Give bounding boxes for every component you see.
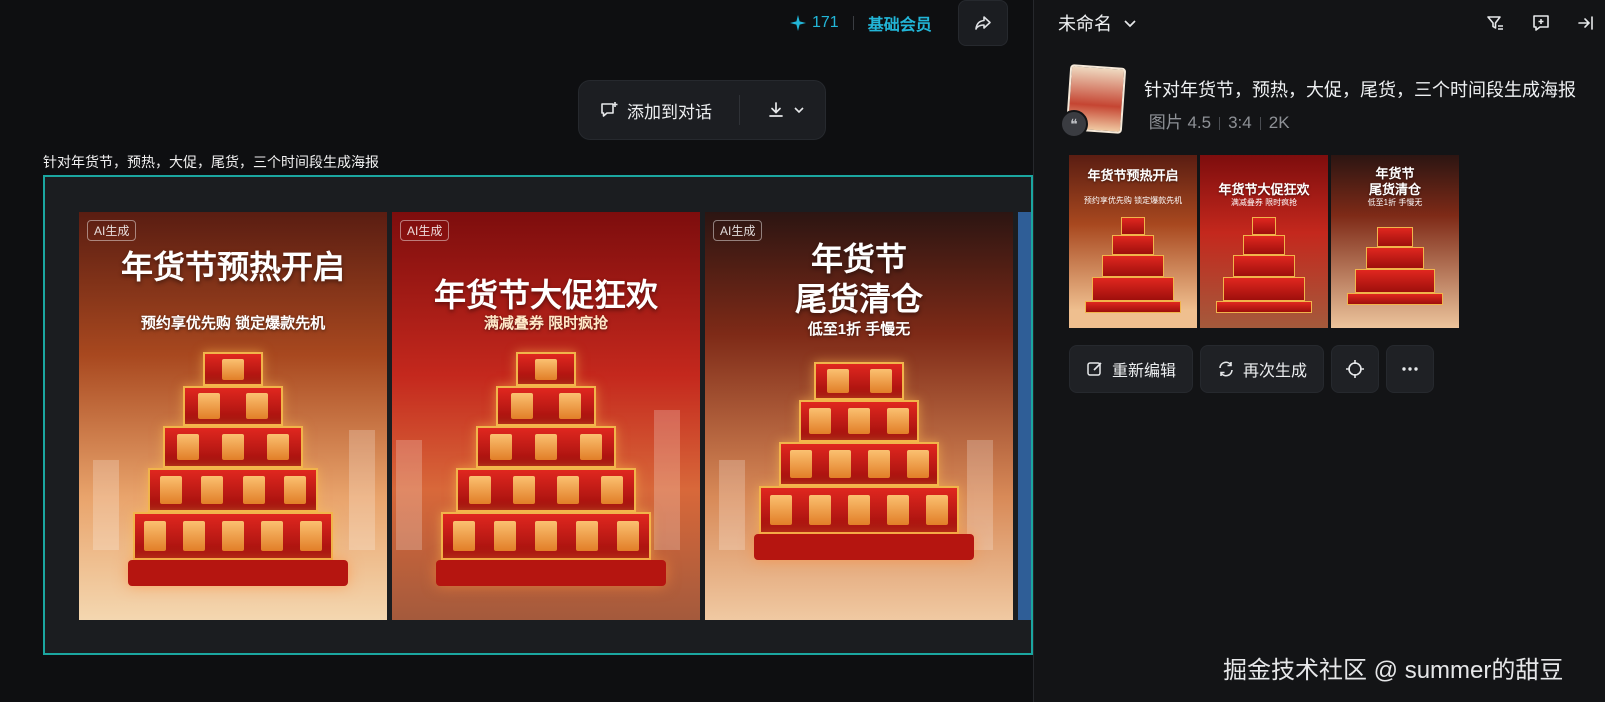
thumb-title-line2: 尾货清仓 [1368,182,1421,197]
gift-tower [128,352,348,586]
sparkle-icon [790,15,806,31]
re-edit-label: 重新编辑 [1111,363,1176,380]
regenerate-button[interactable]: 再次生成 [1200,345,1324,393]
result-thumbnail-preheat[interactable]: 年货节预热开启 预约享优先购 锁定爆款先机 [1069,155,1197,328]
share-icon [975,16,991,30]
generation-meta: 图片 4.5 3:4 2K [1144,113,1290,132]
selected-image-group[interactable]: AI生成 年货节预热开启 预约享优先购 锁定爆款先机 AI生成 年货节大促狂欢 … [43,175,1033,655]
city-building [719,460,745,550]
share-button[interactable] [958,0,1008,46]
result-thumbnail-clearance[interactable]: 年货节 尾货清仓 低至1折 手慢无 [1331,155,1459,328]
poster-preheat[interactable]: AI生成 年货节预热开启 预约享优先购 锁定爆款先机 [79,212,387,620]
city-building [396,440,422,550]
poster-clearance[interactable]: AI生成 年货节 尾货清仓 低至1折 手慢无 [705,212,1013,620]
thumb-title: 年货节预热开启 [1087,168,1179,183]
resolution-label: 2K [1268,113,1290,132]
result-thumbnail-main-sale[interactable]: 年货节大促狂欢 满减叠券 限时疯抢 [1200,155,1328,328]
collapse-icon [1578,16,1593,30]
more-icon [1402,367,1418,371]
edit-icon [1087,362,1102,376]
chevron-down-icon [1124,20,1136,28]
crosshair-icon [1346,360,1364,378]
poster-subtitle: 低至1折 手慢无 [807,321,911,338]
model-label: 图片 4.5 [1148,113,1212,132]
poster-partial[interactable] [1018,212,1031,620]
poster-title-line2: 尾货清仓 [794,281,923,317]
poster-main-sale[interactable]: AI生成 年货节大促狂欢 满减叠券 限时疯抢 [392,212,700,620]
new-chat-button[interactable] [1530,12,1552,34]
chat-add-icon [601,102,618,117]
city-building [93,460,119,550]
divider [852,16,854,30]
city-building [349,430,375,550]
thumb-subtitle: 预约享优先购 锁定爆款先机 [1083,196,1183,205]
image-toolbar: 添加到对话 [578,80,826,140]
result-actions: 重新编辑 再次生成 [1069,345,1434,393]
ai-generated-badge: AI生成 [400,220,450,241]
prompt-text: 针对年货节，预热，大促，尾货，三个时间段生成海报 图片 4.5 3:4 2K [1144,74,1584,139]
download-button[interactable] [740,100,806,120]
quote-icon: ❝ [1070,115,1078,132]
chevron-down-icon [794,107,804,114]
more-button[interactable] [1386,345,1434,393]
collapse-panel-button[interactable] [1574,12,1596,34]
canvas-caption: 针对年货节，预热，大促，尾货，三个时间段生成海报 [43,154,379,170]
watermark: 掘金技术社区 @ summer的甜豆 [1223,657,1564,684]
poster-subtitle: 预约享优先购 锁定爆款先机 [140,315,326,332]
download-icon [769,102,783,117]
filter-button[interactable] [1484,12,1506,34]
poster-subtitle: 满减叠券 限时疯抢 [483,315,609,332]
gift-tower [436,352,666,586]
ai-generated-badge: AI生成 [87,220,137,241]
add-to-chat-label: 添加到对话 [627,102,712,122]
poster-title: 年货节大促狂欢 [433,277,658,313]
locate-button[interactable] [1331,345,1379,393]
result-thumbnails: 年货节预热开启 预约享优先购 锁定爆款先机 年货节大促狂欢 满减叠券 限时疯抢 … [1069,155,1459,328]
session-title-text: 未命名 [1058,14,1112,34]
city-building [654,410,680,550]
filter-icon [1487,16,1503,30]
thumb-title: 年货节大促狂欢 [1218,182,1310,197]
add-to-chat-button[interactable]: 添加到对话 [579,98,739,123]
session-title[interactable]: 未命名 [1058,10,1138,36]
quote-avatar: ❝ [1060,110,1088,138]
thumb-subtitle: 满减叠券 限时疯抢 [1230,198,1298,207]
credits-bar[interactable]: 171 基础会员 [790,11,932,35]
gift-tower [754,362,974,560]
chat-add-icon [1533,15,1549,31]
membership-link[interactable]: 基础会员 [868,11,932,35]
thumb-subtitle: 低至1折 手慢无 [1367,198,1423,207]
credits-count: 171 [812,14,839,31]
refresh-icon [1219,361,1233,377]
poster-title: 年货节预热开启 [120,249,345,285]
ratio-label: 3:4 [1228,113,1252,132]
prompt-body: 针对年货节，预热，大促，尾货，三个时间段生成海报 [1144,80,1576,100]
re-edit-button[interactable]: 重新编辑 [1069,345,1193,393]
regenerate-label: 再次生成 [1242,363,1307,380]
